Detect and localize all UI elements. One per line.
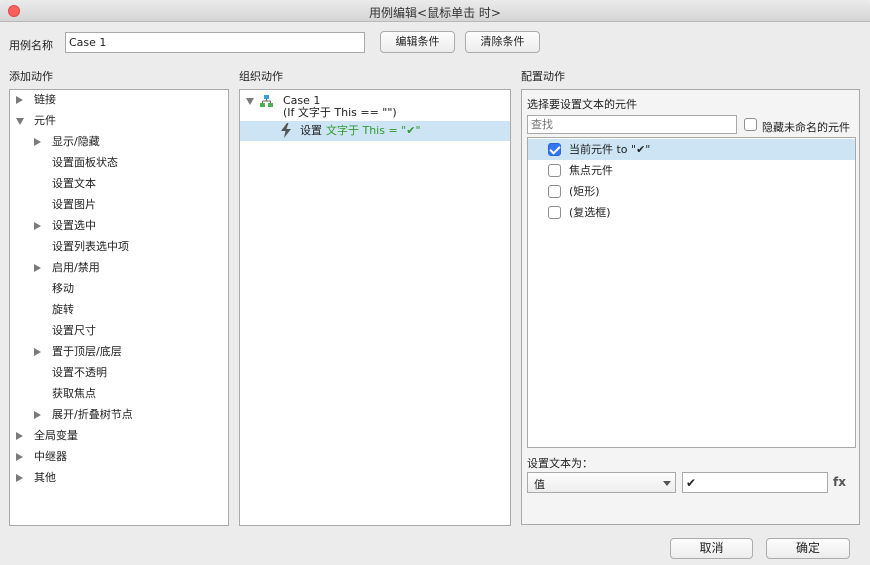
value-type-select[interactable]: 值	[527, 472, 676, 493]
action-node[interactable]: 设置 文字于 This = "✔"	[240, 121, 510, 141]
add-action-label: 显示/隐藏	[52, 135, 100, 148]
chevron-right-icon[interactable]	[16, 96, 23, 104]
add-action-label: 其他	[34, 471, 56, 484]
add-action-label: 设置列表选中项	[52, 240, 129, 253]
add-action-item[interactable]: 置于顶层/底层	[10, 343, 228, 361]
add-action-item[interactable]: 获取焦点	[10, 385, 228, 403]
widget-checkbox[interactable]	[548, 164, 561, 177]
add-action-item[interactable]: 全局变量	[10, 427, 228, 445]
dropdown-arrow-icon	[663, 481, 671, 486]
text-value-input[interactable]	[682, 472, 828, 493]
add-action-item[interactable]: 链接	[10, 91, 228, 109]
hide-unnamed-label: 隐藏未命名的元件	[762, 121, 850, 134]
add-action-item[interactable]: 设置不透明	[10, 364, 228, 382]
add-actions-tree[interactable]: 链接元件显示/隐藏设置面板状态 设置文本设置图片设置选中设置列表选中项 启用/禁用移…	[9, 89, 229, 526]
window-title: 用例编辑<鼠标单击 时>	[369, 6, 501, 20]
chevron-down-icon[interactable]	[16, 118, 24, 125]
widget-list-item[interactable]: (矩形)	[528, 181, 855, 202]
add-action-item[interactable]: 元件	[10, 112, 228, 130]
add-action-label: 设置尺寸	[52, 324, 96, 337]
add-action-item[interactable]: 中继器	[10, 448, 228, 466]
widget-checkbox[interactable]	[548, 143, 561, 156]
configure-actions-header: 配置动作	[521, 70, 565, 83]
widget-list[interactable]: 当前元件 to "✔" 焦点元件 (矩形) (复选框)	[527, 137, 856, 448]
add-action-label: 设置图片	[52, 198, 96, 211]
chevron-right-icon[interactable]	[34, 222, 41, 230]
widget-label: 焦点元件	[569, 164, 613, 177]
fx-button[interactable]: fx	[833, 475, 846, 489]
case-name-label: 用例名称	[9, 39, 53, 52]
clear-condition-button[interactable]: 清除条件	[465, 31, 540, 53]
add-action-label: 设置选中	[52, 219, 96, 232]
widget-search-input[interactable]	[527, 115, 737, 134]
widget-label: 当前元件 to "✔"	[569, 143, 651, 156]
chevron-right-icon[interactable]	[16, 432, 23, 440]
add-action-label: 置于顶层/底层	[52, 345, 122, 358]
title-bar: 用例编辑<鼠标单击 时>	[0, 0, 870, 22]
case-expander-icon[interactable]	[246, 98, 254, 105]
hide-unnamed-checkbox[interactable]	[744, 118, 757, 131]
widget-list-item[interactable]: (复选框)	[528, 202, 855, 223]
case-flow-icon	[260, 95, 273, 107]
add-action-item[interactable]: 设置图片	[10, 196, 228, 214]
ok-button[interactable]: 确定	[766, 538, 850, 559]
add-action-label: 中继器	[34, 450, 67, 463]
widget-label: (矩形)	[569, 185, 600, 198]
add-action-label: 旋转	[52, 303, 74, 316]
add-action-item[interactable]: 启用/禁用	[10, 259, 228, 277]
widget-label: (复选框)	[569, 206, 611, 219]
add-action-label: 启用/禁用	[52, 261, 100, 274]
add-action-item[interactable]: 设置文本	[10, 175, 228, 193]
add-action-item[interactable]: 设置面板状态	[10, 154, 228, 172]
chevron-right-icon[interactable]	[34, 348, 41, 356]
add-action-label: 全局变量	[34, 429, 78, 442]
organize-actions-tree[interactable]: Case 1 (If 文字于 This == "") 设置 文字于 This =…	[239, 89, 511, 526]
add-action-item[interactable]: 设置列表选中项	[10, 238, 228, 256]
add-action-label: 获取焦点	[52, 387, 96, 400]
set-text-label: 设置文本为：	[527, 457, 593, 470]
add-action-item[interactable]: 设置选中	[10, 217, 228, 235]
add-action-item[interactable]: 设置尺寸	[10, 322, 228, 340]
case-condition: (If 文字于 This == "")	[283, 106, 397, 119]
case-name-input[interactable]	[65, 32, 365, 53]
cancel-button[interactable]: 取消	[670, 538, 753, 559]
chevron-right-icon[interactable]	[34, 264, 41, 272]
widget-checkbox[interactable]	[548, 185, 561, 198]
chevron-right-icon[interactable]	[16, 453, 23, 461]
widget-list-item[interactable]: 当前元件 to "✔"	[528, 139, 855, 160]
add-action-label: 设置面板状态	[52, 156, 118, 169]
add-action-item[interactable]: 展开/折叠树节点	[10, 406, 228, 424]
add-action-item[interactable]: 显示/隐藏	[10, 133, 228, 151]
add-action-label: 设置文本	[52, 177, 96, 190]
chevron-right-icon[interactable]	[16, 474, 23, 482]
widget-list-item[interactable]: 焦点元件	[528, 160, 855, 181]
lightning-icon	[281, 123, 291, 138]
add-action-item[interactable]: 其他	[10, 469, 228, 487]
add-action-label: 元件	[34, 114, 56, 127]
widget-checkbox[interactable]	[548, 206, 561, 219]
action-target: 文字于 This = "✔"	[326, 124, 421, 137]
configure-actions-panel: 选择要设置文本的元件 隐藏未命名的元件 当前元件 to "✔" 焦点元件 (矩形) (…	[521, 89, 860, 525]
add-action-label: 移动	[52, 282, 74, 295]
add-actions-header: 添加动作	[9, 70, 53, 83]
action-prefix: 设置	[300, 124, 322, 137]
chevron-right-icon[interactable]	[34, 411, 41, 419]
organize-actions-header: 组织动作	[239, 70, 283, 83]
chevron-right-icon[interactable]	[34, 138, 41, 146]
add-action-label: 设置不透明	[52, 366, 107, 379]
value-type-selected: 值	[534, 478, 545, 491]
add-action-item[interactable]: 移动	[10, 280, 228, 298]
select-widgets-label: 选择要设置文本的元件	[527, 98, 637, 111]
add-action-label: 展开/折叠树节点	[52, 408, 133, 421]
add-action-label: 链接	[34, 93, 56, 106]
add-action-item[interactable]: 旋转	[10, 301, 228, 319]
edit-condition-button[interactable]: 编辑条件	[380, 31, 455, 53]
